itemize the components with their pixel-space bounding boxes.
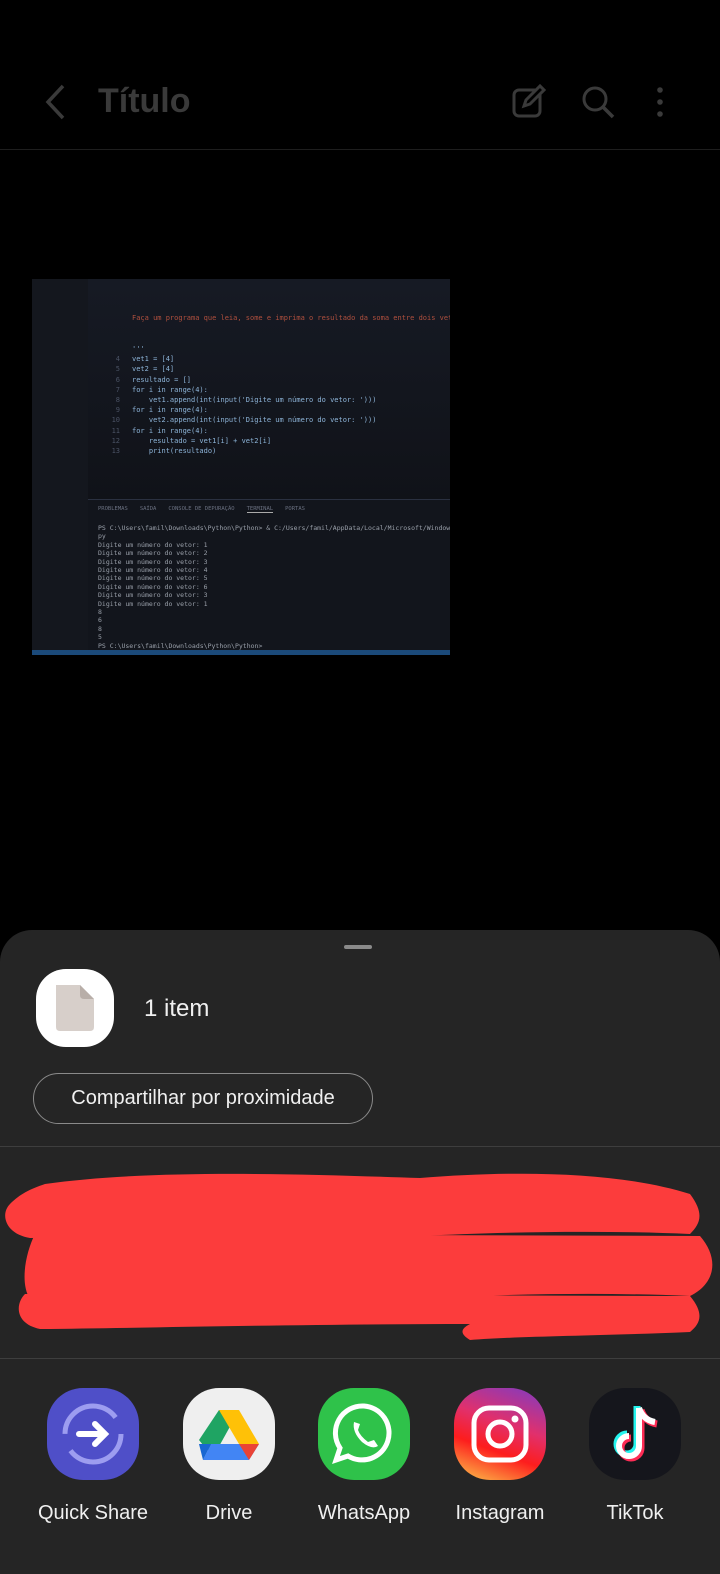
code-line: 11 for i in range(4): xyxy=(98,426,450,436)
line-text: vet1 = [4] xyxy=(132,355,175,364)
item-count: 1 item xyxy=(144,995,210,1022)
app-drive[interactable]: Drive xyxy=(164,1388,294,1525)
nearby-share-button[interactable]: Compartilhar por proximidade xyxy=(33,1073,373,1124)
terminal-output: PS C:\Users\famil\Downloads\Python\Pytho… xyxy=(98,524,450,650)
drag-handle[interactable] xyxy=(344,945,372,949)
divider xyxy=(0,1358,720,1359)
code-comment: Faça um programa que leia, some e imprim… xyxy=(132,314,450,323)
app-tiktok[interactable]: TikTok xyxy=(570,1388,700,1525)
note-image[interactable]: Faça um programa que leia, some e imprim… xyxy=(32,279,450,655)
app-label: WhatsApp xyxy=(317,1502,411,1524)
app-label: Instagram xyxy=(455,1502,545,1524)
code-line: 6 resultado = [] xyxy=(98,375,450,385)
line-text: print(resultado) xyxy=(132,447,217,456)
line-number: 6 xyxy=(115,375,120,384)
code-line: 13 print(resultado) xyxy=(98,446,450,456)
line-text: for i in range(4): xyxy=(132,406,208,415)
line-number: 7 xyxy=(115,385,120,394)
divider xyxy=(0,1146,720,1147)
edit-icon[interactable] xyxy=(510,84,546,120)
editor-sidebar xyxy=(32,279,88,655)
code-line: 9 for i in range(4): xyxy=(98,405,450,415)
panel-tabs: PROBLEMAS SAÍDA CONSOLE DE DEPURAÇÃO TERMIN… xyxy=(98,506,305,513)
line-number: 11 xyxy=(111,426,120,435)
line-text: resultado = vet1[i] + vet2[i] xyxy=(132,436,272,445)
code-line: 4 vet1 = [4] xyxy=(98,354,450,364)
code-line: ''' xyxy=(98,344,450,354)
whatsapp-icon xyxy=(318,1388,410,1480)
line-number: 13 xyxy=(111,447,120,456)
search-icon[interactable] xyxy=(580,84,616,120)
app-label: Drive xyxy=(205,1502,253,1524)
app-whatsapp[interactable]: WhatsApp xyxy=(299,1388,429,1525)
line-text: vet1.append(int(input('Digite um número … xyxy=(132,396,377,405)
share-sheet: 1 item Compartilhar por proximidade Quic… xyxy=(0,930,720,1574)
app-label: TikTok xyxy=(606,1502,664,1524)
line-text: ''' xyxy=(132,345,145,354)
line-number: 4 xyxy=(115,355,120,364)
line-text: for i in range(4): xyxy=(132,385,208,394)
quick-share-icon xyxy=(47,1388,139,1480)
file-icon xyxy=(56,985,94,1031)
code-line: 5 vet2 = [4] xyxy=(98,364,450,374)
panel-tab: SAÍDA xyxy=(139,506,157,512)
instagram-icon xyxy=(454,1388,546,1480)
code-line: 8 vet1.append(int(input('Digite um númer… xyxy=(98,395,450,405)
line-text: vet2.append(int(input('Digite um número … xyxy=(132,416,377,425)
code-line: 10 vet2.append(int(input('Digite um núme… xyxy=(98,415,450,425)
code-line: 7 for i in range(4): xyxy=(98,385,450,395)
panel-tab: TERMINAL xyxy=(246,506,274,513)
line-number: 10 xyxy=(111,416,120,425)
line-number: 12 xyxy=(111,436,120,445)
line-text: vet2 = [4] xyxy=(132,365,175,374)
redacted-contacts xyxy=(5,1173,713,1340)
google-drive-icon xyxy=(183,1388,275,1480)
file-thumbnail xyxy=(36,969,114,1047)
line-number: 8 xyxy=(115,396,120,405)
code-line: 12 resultado = vet1[i] + vet2[i] xyxy=(98,436,450,446)
line-number: 5 xyxy=(115,365,120,374)
panel-tab: PORTAS xyxy=(285,506,305,512)
page-title: Título xyxy=(98,82,191,120)
app-header: Título xyxy=(0,0,720,150)
app-quick-share[interactable]: Quick Share xyxy=(28,1388,158,1525)
terminal-panel: PROBLEMAS SAÍDA CONSOLE DE DEPURAÇÃO TERMIN… xyxy=(88,499,450,655)
line-text: resultado = [] xyxy=(132,375,192,384)
panel-tab: CONSOLE DE DEPURAÇÃO xyxy=(168,506,235,512)
line-number: 9 xyxy=(115,406,120,415)
code-block: Faça um programa que leia, some e imprim… xyxy=(98,293,450,456)
tiktok-icon xyxy=(589,1388,681,1480)
line-text: for i in range(4): xyxy=(132,426,208,435)
chevron-left-icon[interactable] xyxy=(38,82,78,122)
panel-tab: PROBLEMAS xyxy=(98,506,128,512)
app-label: Quick Share xyxy=(37,1502,149,1524)
more-vert-icon[interactable] xyxy=(642,84,678,120)
status-bar xyxy=(32,650,450,655)
app-instagram[interactable]: Instagram xyxy=(435,1388,565,1525)
